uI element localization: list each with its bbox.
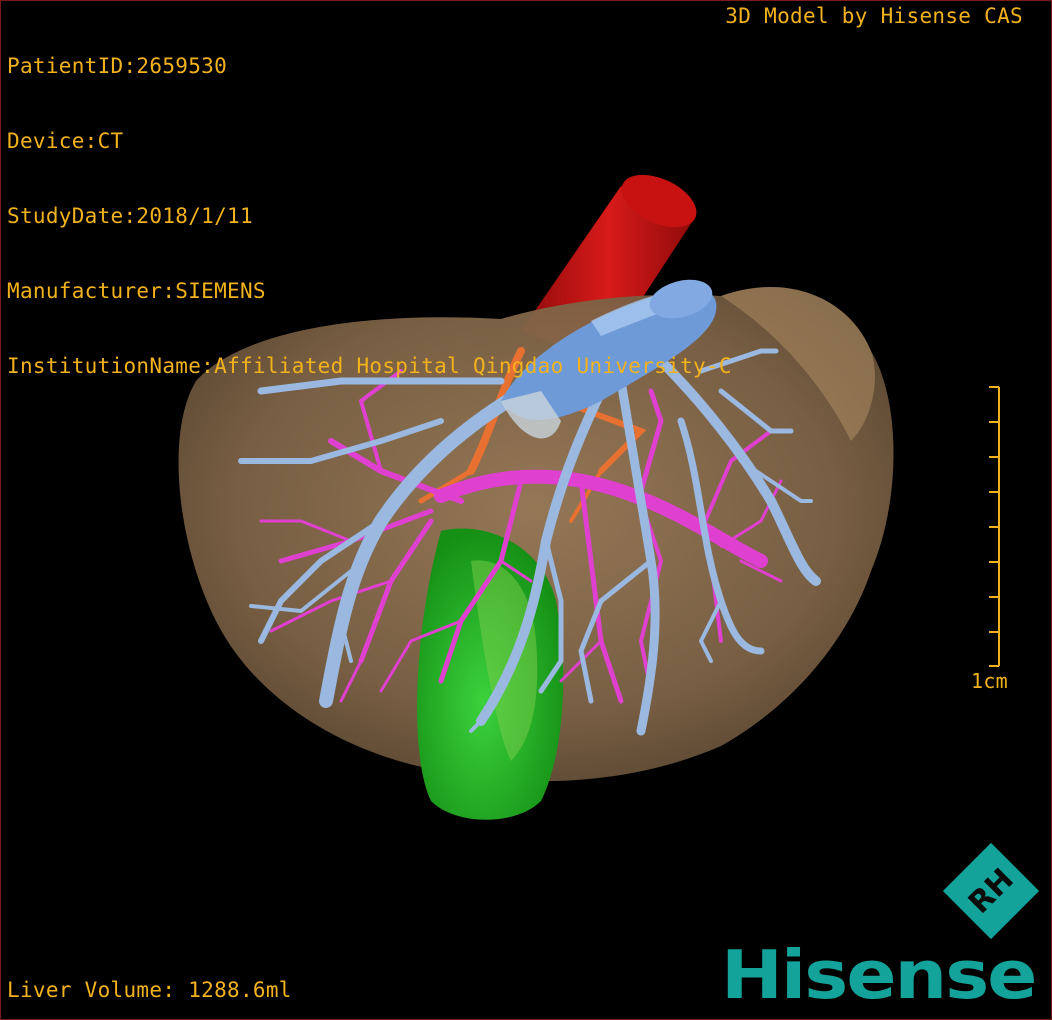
patient-id: PatientID:2659530 (7, 54, 228, 78)
3d-viewport[interactable]: PatientID:2659530 Device:CT StudyDate:20… (0, 0, 1052, 1020)
manufacturer: Manufacturer:SIEMENS (7, 279, 266, 303)
scale-label: 1cm (971, 669, 1009, 693)
scale-bar (989, 386, 1000, 667)
model-credit: 3D Model by Hisense CAS (725, 4, 1023, 28)
patient-info: PatientID:2659530 Device:CT StudyDate:20… (7, 4, 732, 429)
hisense-rh-logo-icon: RH (942, 842, 1040, 940)
device: Device:CT (7, 129, 124, 153)
institution-name: InstitutionName:Affiliated Hospital Qing… (7, 354, 732, 378)
brand-name: Hisense (721, 937, 1037, 1015)
liver-volume: Liver Volume: 1288.6ml (7, 978, 292, 1002)
study-date: StudyDate:2018/1/11 (7, 204, 253, 228)
